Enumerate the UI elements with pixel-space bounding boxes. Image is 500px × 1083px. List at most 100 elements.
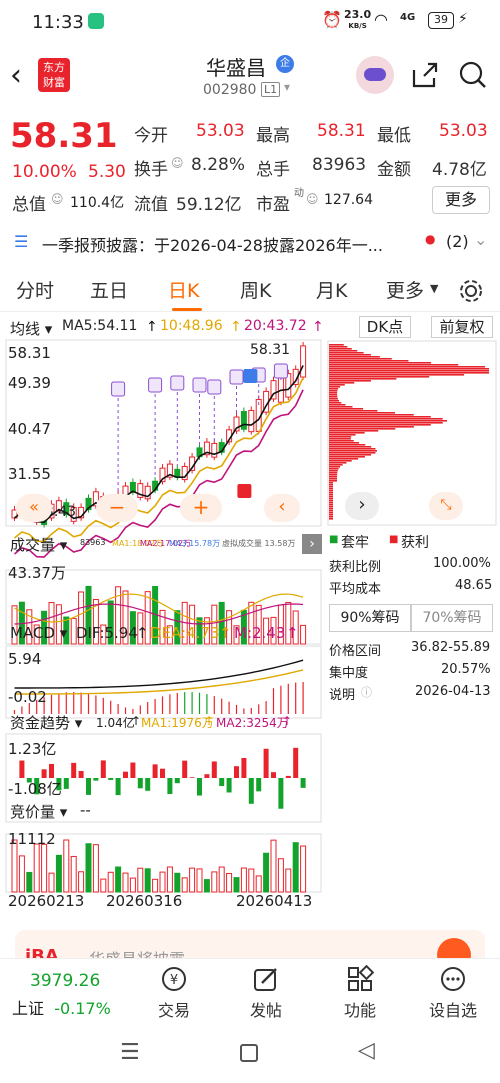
sell-point-icon <box>243 369 258 383</box>
low-label: 最低 <box>377 126 411 146</box>
fund-arrow: ↑ <box>131 714 142 728</box>
macd-bottom: -0.02 <box>8 688 47 706</box>
tab-monthly-k[interactable]: 月K <box>316 276 347 303</box>
index-ticker[interactable]: 3979.26 上证 -0.17% <box>12 971 122 1019</box>
dk-point-toggle[interactable]: DK点 <box>359 316 411 338</box>
nav-post[interactable]: 发帖 <box>226 965 306 1021</box>
info-icon[interactable]: ⓘ <box>361 684 372 700</box>
chip-bar <box>329 390 338 392</box>
candle-body <box>248 409 255 433</box>
chip-bar <box>329 392 338 394</box>
more-button[interactable]: 更多 <box>432 186 490 214</box>
notice-bar[interactable]: ☰ 一季报预披露：于2026-04-28披露2026年一... ● (2) ⌄ <box>0 222 500 264</box>
chip-bar <box>329 402 342 404</box>
fund-bar <box>241 757 247 778</box>
zoom-out-button[interactable]: − <box>96 494 138 522</box>
chip-bar <box>329 374 465 376</box>
search-icon[interactable] <box>458 60 488 90</box>
tab-weekly-k[interactable]: 周K <box>240 276 271 303</box>
bid-bar <box>18 855 25 893</box>
bid-bar <box>107 871 114 893</box>
chip-bar <box>329 502 333 504</box>
bid-bar <box>55 854 62 893</box>
volume-bar <box>300 624 307 645</box>
notice-count: (2) <box>446 232 469 251</box>
bid-bar <box>263 852 270 893</box>
assistant-avatar-icon[interactable] <box>356 56 394 94</box>
nav-watchlist[interactable]: 设自选 <box>413 965 493 1021</box>
pe-value: 127.64 <box>324 192 373 208</box>
adjust-mode-toggle[interactable]: 前复权 <box>431 316 493 338</box>
fund-bar <box>189 777 195 778</box>
fund-bar <box>63 778 69 789</box>
chip-bar <box>329 468 339 470</box>
ma20-arrow: ↑ <box>312 319 324 335</box>
tab-intraday[interactable]: 分时 <box>16 276 54 303</box>
fund-bar <box>219 778 225 787</box>
marker-self-icon <box>148 377 163 393</box>
tab-five-day[interactable]: 五日 <box>90 276 128 303</box>
bid-bar <box>152 878 159 893</box>
info-icon[interactable]: ☺ <box>171 156 184 170</box>
chip-bar <box>329 474 338 476</box>
fund-bar <box>115 778 121 796</box>
nav-functions[interactable]: 功能 <box>320 964 400 1021</box>
scroll-left-button[interactable]: ‹ <box>264 494 300 522</box>
info-icon[interactable]: ☺ <box>306 192 319 206</box>
level-dropdown-icon[interactable]: ▾ <box>284 80 290 94</box>
zoom-in-button[interactable]: + <box>180 494 222 522</box>
bid-bar <box>129 877 136 893</box>
chip-expand-button[interactable]: ⤡ <box>429 492 463 520</box>
macd-selector[interactable]: MACD ▾ <box>10 624 67 642</box>
fund-bar <box>293 747 299 778</box>
ma-selector[interactable]: 均线 ▾ <box>10 318 52 339</box>
home-icon[interactable] <box>240 1044 258 1062</box>
chip-bar <box>329 360 409 362</box>
expand-panel-icon[interactable]: › <box>302 534 322 554</box>
back-nav-icon[interactable]: ◁ <box>358 1038 375 1063</box>
rewind-button[interactable]: « <box>16 494 52 522</box>
fund-bar <box>248 778 254 804</box>
kline-panel: 均线 ▾ MA5:54.11 ↑ 10:48.96 ↑ 20:43.72 ↑ 5… <box>0 312 325 912</box>
total-mv-label: 总值 <box>12 195 46 215</box>
bid-bar <box>85 843 92 893</box>
concentration-value: 20.57% <box>441 662 491 677</box>
chip-bar <box>329 356 380 358</box>
tab-chips-90[interactable]: 90%筹码 <box>329 604 411 632</box>
back-icon[interactable]: ‹ <box>10 58 22 93</box>
chip-bar <box>329 462 347 464</box>
high-price-tag: 58.31 <box>250 342 291 358</box>
chip-bar <box>329 380 371 382</box>
chip-bar <box>329 354 371 356</box>
profit-ratio-value: 100.00% <box>433 556 491 571</box>
chip-prev-button[interactable]: › <box>345 492 379 520</box>
fund-bar <box>197 778 202 796</box>
tab-more[interactable]: 更多 <box>386 276 424 303</box>
bid-bar <box>203 879 210 893</box>
bid-bar <box>159 871 166 893</box>
share-icon[interactable] <box>410 60 440 90</box>
fund-selector[interactable]: 资金趋势 ▾ <box>10 712 82 733</box>
dea-value: DEA:4.73 <box>150 624 220 642</box>
vol-tick: 43.37万 <box>8 564 66 582</box>
signal-icon: 4G <box>400 12 416 23</box>
nav-post-label: 发帖 <box>249 1001 282 1020</box>
tab-chips-70[interactable]: 70%筹码 <box>411 604 493 632</box>
nav-trade[interactable]: ¥ 交易 <box>134 965 214 1021</box>
pe-label: 市盈 <box>256 195 290 215</box>
tab-daily-k[interactable]: 日K <box>168 276 199 303</box>
menu-icon[interactable]: ☰ <box>120 1040 140 1065</box>
chip-bar <box>329 480 338 482</box>
chevron-down-icon[interactable]: ⌄ <box>474 230 487 249</box>
chip-bar <box>329 394 338 396</box>
settings-icon[interactable] <box>458 278 484 304</box>
chip-bar <box>329 488 333 490</box>
fund-bar <box>78 771 84 778</box>
info-icon[interactable]: ☺ <box>51 192 64 206</box>
volume-selector[interactable]: 成交量 ▾ <box>10 534 67 555</box>
period-tabs: 分时 五日 日K 周K 月K 更多 ▼ <box>0 268 500 312</box>
stock-header: ‹ 东方 财富 华盛昌 企 002980 L1 ▾ <box>0 44 500 108</box>
bid-selector[interactable]: 竞价量 ▾ <box>10 801 67 822</box>
bid-bar <box>300 845 307 893</box>
ma10-arrow: ↑ <box>230 319 242 335</box>
